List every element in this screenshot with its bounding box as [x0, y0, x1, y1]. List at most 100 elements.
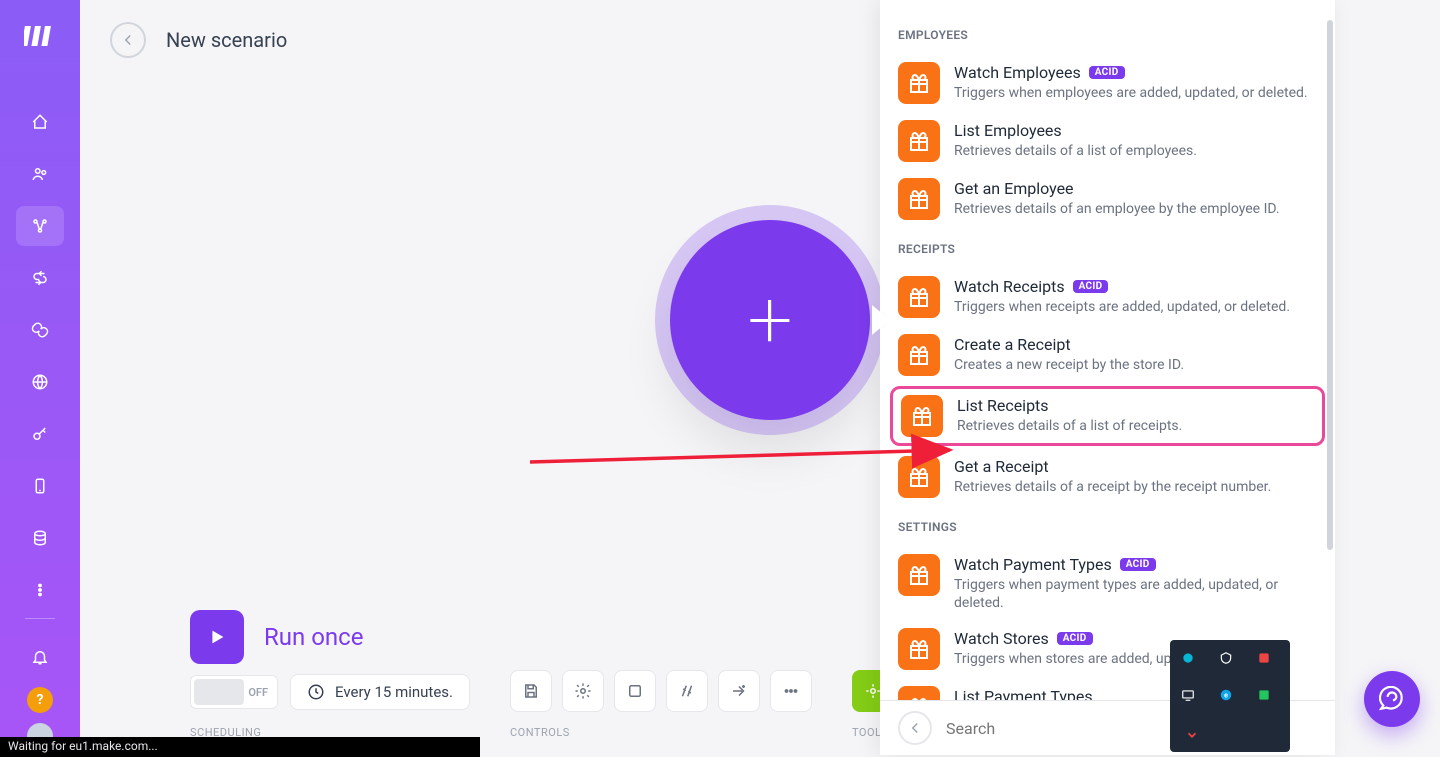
add-module-button[interactable]: +: [670, 220, 870, 420]
nav-templates[interactable]: [16, 258, 64, 298]
module-list[interactable]: EMPLOYEES Watch EmployeesACID Triggers w…: [880, 0, 1335, 700]
gift-icon: [898, 554, 940, 596]
sidebar: ?: [0, 0, 80, 757]
module-desc: Creates a new receipt by the store ID.: [954, 356, 1317, 374]
module-item[interactable]: Watch ReceiptsACID Triggers when receipt…: [880, 268, 1335, 326]
gift-icon: [901, 395, 943, 437]
module-text: Watch ReceiptsACID Triggers when receipt…: [954, 276, 1317, 316]
tray-icon[interactable]: [1256, 650, 1272, 666]
scrollbar[interactable]: [1325, 20, 1335, 685]
interval-selector[interactable]: Every 15 minutes.: [290, 674, 470, 710]
nav-connections[interactable]: [16, 310, 64, 350]
acid-badge: ACID: [1089, 66, 1125, 79]
run-once-label: Run once: [264, 623, 363, 651]
system-tray: e: [1170, 640, 1290, 752]
panel-caret: [872, 305, 890, 335]
notes-button[interactable]: [614, 670, 656, 712]
nav-scenarios[interactable]: [16, 206, 64, 246]
tray-icon[interactable]: [1180, 687, 1196, 703]
gift-icon: [898, 686, 940, 700]
nav-keys[interactable]: [16, 414, 64, 454]
controls-section: CONTROLS: [510, 670, 812, 739]
nav-notifications[interactable]: [16, 637, 64, 677]
module-item[interactable]: List Employees Retrieves details of a li…: [880, 112, 1335, 170]
module-item[interactable]: List Receipts Retrieves details of a lis…: [890, 386, 1325, 446]
module-text: List Receipts Retrieves details of a lis…: [957, 395, 1314, 435]
tray-icon[interactable]: [1256, 687, 1272, 703]
acid-badge: ACID: [1057, 632, 1093, 645]
status-bar: Waiting for eu1.make.com...: [0, 737, 480, 757]
toggle-off-label: OFF: [248, 686, 268, 699]
run-once-button[interactable]: [190, 610, 244, 664]
nav-more[interactable]: [16, 570, 64, 610]
logo: [24, 20, 56, 52]
gift-icon: [898, 456, 940, 498]
gift-icon: [898, 276, 940, 318]
scrollbar-thumb[interactable]: [1327, 20, 1333, 550]
save-button[interactable]: [510, 670, 552, 712]
auto-align-button[interactable]: [666, 670, 708, 712]
module-text: Get a Receipt Retrieves details of a rec…: [954, 456, 1317, 496]
acid-badge: ACID: [1120, 558, 1156, 571]
module-item[interactable]: Watch Payment TypesACID Triggers when pa…: [880, 546, 1335, 620]
tray-chevron-icon[interactable]: [1180, 725, 1204, 746]
settings-button[interactable]: [562, 670, 604, 712]
module-text: Watch Payment TypesACID Triggers when pa…: [954, 554, 1317, 612]
help-fab[interactable]: [1364, 671, 1420, 727]
gift-icon: [898, 62, 940, 104]
nav-data[interactable]: [16, 518, 64, 558]
module-title: Create a Receipt: [954, 335, 1317, 354]
plus-icon: +: [747, 280, 792, 360]
nav-team[interactable]: [16, 154, 64, 194]
module-desc: Triggers when employees are added, updat…: [954, 84, 1317, 102]
module-group-header: EMPLOYEES: [880, 28, 1335, 54]
module-text: List Employees Retrieves details of a li…: [954, 120, 1317, 160]
tray-icon[interactable]: [1180, 650, 1196, 666]
tray-icon[interactable]: [1218, 650, 1234, 666]
gift-icon: [898, 178, 940, 220]
nav-icons: [16, 102, 64, 610]
more-controls-button[interactable]: [770, 670, 812, 712]
toggle-knob: [194, 679, 244, 705]
nav-devices[interactable]: [16, 466, 64, 506]
back-button[interactable]: [110, 22, 146, 58]
module-item[interactable]: Get a Receipt Retrieves details of a rec…: [880, 448, 1335, 506]
module-desc: Retrieves details of a receipt by the re…: [954, 478, 1317, 496]
module-desc: Triggers when payment types are added, u…: [954, 576, 1317, 612]
module-title: Watch ReceiptsACID: [954, 277, 1317, 296]
nav-bottom: ?: [16, 610, 64, 749]
divider: [25, 618, 55, 619]
module-text: Get an Employee Retrieves details of an …: [954, 178, 1317, 218]
gift-icon: [898, 334, 940, 376]
module-item[interactable]: Create a Receipt Creates a new receipt b…: [880, 326, 1335, 384]
module-group-header: SETTINGS: [880, 520, 1335, 546]
module-title: Watch EmployeesACID: [954, 63, 1317, 82]
module-item[interactable]: Get an Employee Retrieves details of an …: [880, 170, 1335, 228]
module-desc: Retrieves details of an employee by the …: [954, 200, 1317, 218]
explain-flow-button[interactable]: [718, 670, 760, 712]
module-text: Watch EmployeesACID Triggers when employ…: [954, 62, 1317, 102]
panel-back-button[interactable]: [898, 711, 932, 745]
gift-icon: [898, 120, 940, 162]
module-title: List Receipts: [957, 396, 1314, 415]
module-title: Watch Payment TypesACID: [954, 555, 1317, 574]
help-icon[interactable]: ?: [27, 687, 53, 713]
nav-home[interactable]: [16, 102, 64, 142]
scheduling-toggle[interactable]: OFF: [190, 675, 278, 709]
module-title: Get a Receipt: [954, 457, 1317, 476]
module-desc: Triggers when receipts are added, update…: [954, 298, 1317, 316]
run-section: Run once OFF Every 15 minutes. SCHEDULIN…: [190, 610, 470, 739]
interval-label: Every 15 minutes.: [335, 683, 453, 701]
controls-caption: CONTROLS: [510, 726, 812, 739]
module-title: Get an Employee: [954, 179, 1317, 198]
module-group-header: RECEIPTS: [880, 242, 1335, 268]
module-title: List Employees: [954, 121, 1317, 140]
acid-badge: ACID: [1073, 280, 1109, 293]
page-title: New scenario: [166, 28, 287, 52]
module-desc: Retrieves details of a list of employees…: [954, 142, 1317, 160]
tray-icon[interactable]: e: [1218, 687, 1234, 703]
gift-icon: [898, 628, 940, 670]
nav-webhooks[interactable]: [16, 362, 64, 402]
module-item[interactable]: Watch EmployeesACID Triggers when employ…: [880, 54, 1335, 112]
module-desc: Retrieves details of a list of receipts.: [957, 417, 1314, 435]
